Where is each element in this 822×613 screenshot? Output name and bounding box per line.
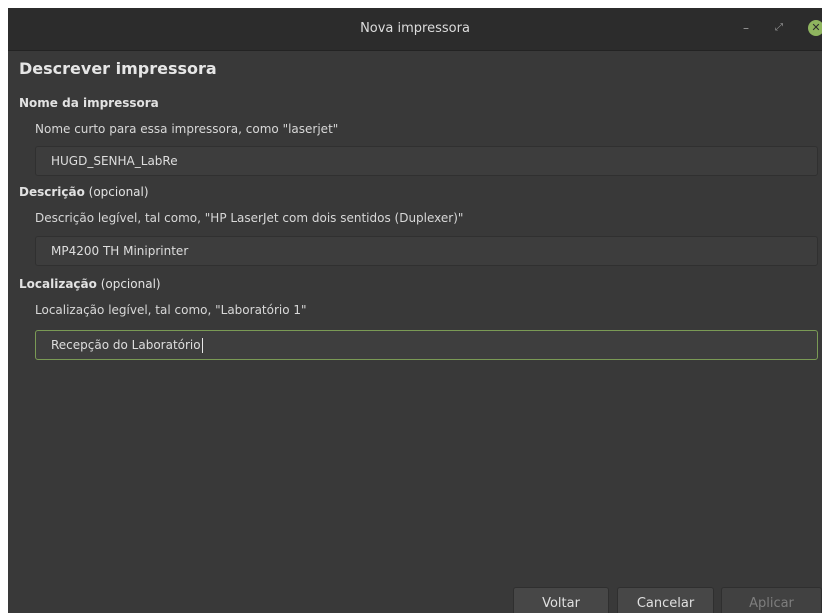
printer-name-hint: Nome curto para essa impressora, como "l… <box>35 122 339 136</box>
location-optional-text: (opcional) <box>96 277 161 291</box>
location-label: Localização (opcional) <box>19 277 161 291</box>
maximize-icon[interactable]: ⤢ <box>771 20 787 36</box>
title-bar[interactable]: Nova impressora – ⤢ ✕ <box>8 8 822 51</box>
page-heading: Descrever impressora <box>19 59 217 78</box>
location-hint: Localização legível, tal como, "Laborató… <box>35 303 307 317</box>
description-field[interactable]: MP4200 TH Miniprinter <box>35 236 818 266</box>
cancel-button[interactable]: Cancelar <box>617 587 714 613</box>
window-title: Nova impressora <box>360 21 470 36</box>
new-printer-dialog: Nova impressora – ⤢ ✕ Descrever impresso… <box>8 8 822 613</box>
minimize-icon[interactable]: – <box>738 20 754 36</box>
apply-button[interactable]: Aplicar <box>721 587 822 613</box>
location-field[interactable]: Recepção do Laboratório <box>35 330 818 360</box>
location-value: Recepção do Laboratório <box>51 338 201 352</box>
description-value: MP4200 TH Miniprinter <box>51 244 189 258</box>
description-optional-text: (opcional) <box>84 185 149 199</box>
printer-name-label: Nome da impressora <box>19 96 159 110</box>
printer-name-label-text: Nome da impressora <box>19 96 159 110</box>
close-icon[interactable]: ✕ <box>808 20 822 36</box>
description-hint: Descrição legível, tal como, "HP LaserJe… <box>35 211 464 225</box>
back-button[interactable]: Voltar <box>513 587 609 613</box>
printer-name-value: HUGD_SENHA_LabRe <box>51 154 178 168</box>
description-label-text: Descrição <box>19 185 85 199</box>
printer-name-field[interactable]: HUGD_SENHA_LabRe <box>35 146 818 176</box>
location-label-text: Localização <box>19 277 97 291</box>
description-label: Descrição (opcional) <box>19 185 149 199</box>
text-caret <box>201 338 203 353</box>
